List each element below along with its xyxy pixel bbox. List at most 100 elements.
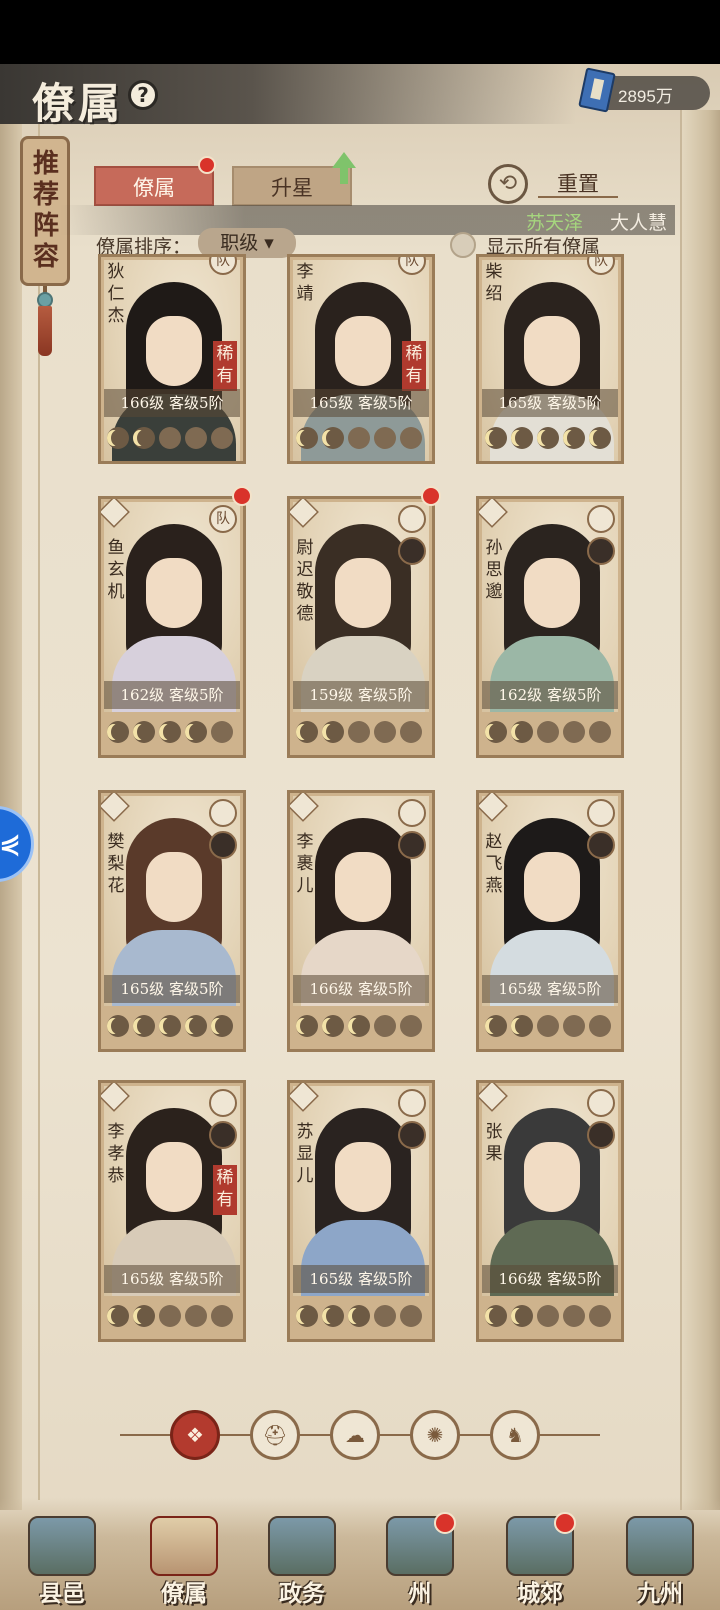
card-star-row xyxy=(107,427,239,453)
card-companion-avatar xyxy=(398,537,426,565)
nav-label: 城郊 xyxy=(517,1580,563,1607)
tab-star-up[interactable]: 升星 xyxy=(232,166,352,206)
card-rank: 客级5阶 xyxy=(357,686,413,704)
card-team-badge: 队 xyxy=(209,505,237,533)
show-all-radio[interactable] xyxy=(450,232,476,258)
card-name: 柴绍 xyxy=(485,262,503,304)
empty-star-icon xyxy=(400,1305,422,1327)
card-level-rank: 165级 客级5阶 xyxy=(104,1265,240,1293)
reset-icon[interactable]: ⟲ xyxy=(488,164,528,204)
card-team-badge xyxy=(587,799,615,827)
portrait-face xyxy=(524,852,580,922)
subordinate-card[interactable]: 苏显儿 165级 客级5阶 xyxy=(287,1080,435,1342)
card-star-row xyxy=(485,427,617,453)
subordinate-card[interactable]: 李裹儿 166级 客级5阶 xyxy=(287,790,435,1052)
portrait-face xyxy=(146,1142,202,1212)
moon-star-icon xyxy=(511,721,533,743)
portrait-face xyxy=(146,316,202,386)
card-rank: 客级5阶 xyxy=(357,1270,413,1288)
card-star-row xyxy=(485,1015,617,1041)
moon-star-icon xyxy=(185,1015,207,1037)
moon-star-icon xyxy=(322,721,344,743)
filter-all-icon[interactable]: ❖ xyxy=(170,1410,220,1460)
filter-beast-icon[interactable]: ♞ xyxy=(490,1410,540,1460)
empty-star-icon xyxy=(537,1305,559,1327)
card-team-badge xyxy=(209,1089,237,1117)
subordinate-card[interactable]: 李靖队稀有 165级 客级5阶 xyxy=(287,254,435,464)
nav-item-nine-states[interactable]: 九州 xyxy=(610,1508,710,1608)
empty-star-icon xyxy=(563,1305,585,1327)
tassel xyxy=(38,306,52,356)
card-companion-avatar xyxy=(587,831,615,859)
moon-star-icon xyxy=(348,1305,370,1327)
moon-star-icon xyxy=(296,1015,318,1037)
card-star-row xyxy=(296,427,428,453)
moon-star-icon xyxy=(322,427,344,449)
nav-item-subordinates[interactable]: 僚属 xyxy=(134,1508,234,1608)
card-name: 孙思邈 xyxy=(485,538,503,602)
portrait-face xyxy=(524,1142,580,1212)
empty-star-icon xyxy=(400,1015,422,1037)
empty-star-icon xyxy=(589,1015,611,1037)
subordinate-card[interactable]: 赵飞燕 165级 客级5阶 xyxy=(476,790,624,1052)
card-rank: 客级5阶 xyxy=(357,980,413,998)
tab-subordinates[interactable]: 僚属 xyxy=(94,166,214,206)
empty-star-icon xyxy=(185,1305,207,1327)
card-companion-avatar xyxy=(209,1121,237,1149)
subordinate-card[interactable]: 鱼玄机 队 162级 客级5阶 xyxy=(98,496,246,758)
card-name: 赵飞燕 xyxy=(485,832,503,896)
moon-star-icon xyxy=(107,1305,129,1327)
subordinates-icon xyxy=(150,1516,218,1576)
empty-star-icon xyxy=(159,1305,181,1327)
help-icon[interactable]: ? xyxy=(128,80,158,110)
card-level-rank: 165级 客级5阶 xyxy=(104,975,240,1003)
card-star-row xyxy=(485,1305,617,1331)
ticker-message: 大人慧 xyxy=(609,212,667,234)
subordinate-card[interactable]: 尉迟敬德 159级 客级5阶 xyxy=(287,496,435,758)
moon-star-icon xyxy=(133,427,155,449)
subordinate-card[interactable]: 李孝恭 稀有 165级 客级5阶 xyxy=(98,1080,246,1342)
empty-star-icon xyxy=(589,1305,611,1327)
moon-star-icon xyxy=(107,721,129,743)
portrait-face xyxy=(146,852,202,922)
subordinate-card[interactable]: 张果 166级 客级5阶 xyxy=(476,1080,624,1342)
card-level-rank: 165级 客级5阶 xyxy=(482,389,618,417)
card-level: 166级 xyxy=(309,980,354,998)
page-title: 僚属 xyxy=(32,79,125,128)
filter-fan-icon[interactable]: ✺ xyxy=(410,1410,460,1460)
rare-tag: 稀有 xyxy=(213,341,237,391)
portrait-face xyxy=(335,558,391,628)
subordinate-card[interactable]: 孙思邈 162级 客级5阶 xyxy=(476,496,624,758)
filter-creature-icon[interactable]: ☁ xyxy=(330,1410,380,1460)
nav-item-county[interactable]: 县邑 xyxy=(12,1508,112,1608)
moon-star-icon xyxy=(185,721,207,743)
card-level: 165级 xyxy=(498,980,543,998)
empty-star-icon xyxy=(374,721,396,743)
card-level-rank: 162级 客级5阶 xyxy=(482,681,618,709)
empty-star-icon xyxy=(348,721,370,743)
reset-button[interactable]: 重置 xyxy=(538,168,618,198)
card-name: 尉迟敬德 xyxy=(296,538,314,624)
currency-display[interactable]: 2895万 xyxy=(578,67,710,113)
moon-star-icon xyxy=(485,427,507,449)
moon-star-icon xyxy=(485,1015,507,1037)
card-star-row xyxy=(107,1305,239,1331)
card-companion-avatar xyxy=(587,537,615,565)
moon-star-icon xyxy=(133,1015,155,1037)
filter-helmet-icon[interactable]: ⛑ xyxy=(250,1410,300,1460)
card-level: 162级 xyxy=(120,686,165,704)
moon-star-icon xyxy=(537,427,559,449)
subordinate-card[interactable]: 狄仁杰队稀有 166级 客级5阶 xyxy=(98,254,246,464)
book-right-edge xyxy=(680,110,720,1510)
subordinate-card[interactable]: 樊梨花 165级 客级5阶 xyxy=(98,790,246,1052)
empty-star-icon xyxy=(374,1305,396,1327)
empty-star-icon xyxy=(211,427,233,449)
card-star-row xyxy=(107,721,239,747)
nav-item-affairs[interactable]: 政务 xyxy=(252,1508,352,1608)
empty-star-icon xyxy=(211,1305,233,1327)
portrait-face xyxy=(146,558,202,628)
card-rank: 客级5阶 xyxy=(168,980,224,998)
card-level: 165级 xyxy=(309,394,354,412)
subordinate-card[interactable]: 柴绍队 165级 客级5阶 xyxy=(476,254,624,464)
empty-star-icon xyxy=(159,427,181,449)
